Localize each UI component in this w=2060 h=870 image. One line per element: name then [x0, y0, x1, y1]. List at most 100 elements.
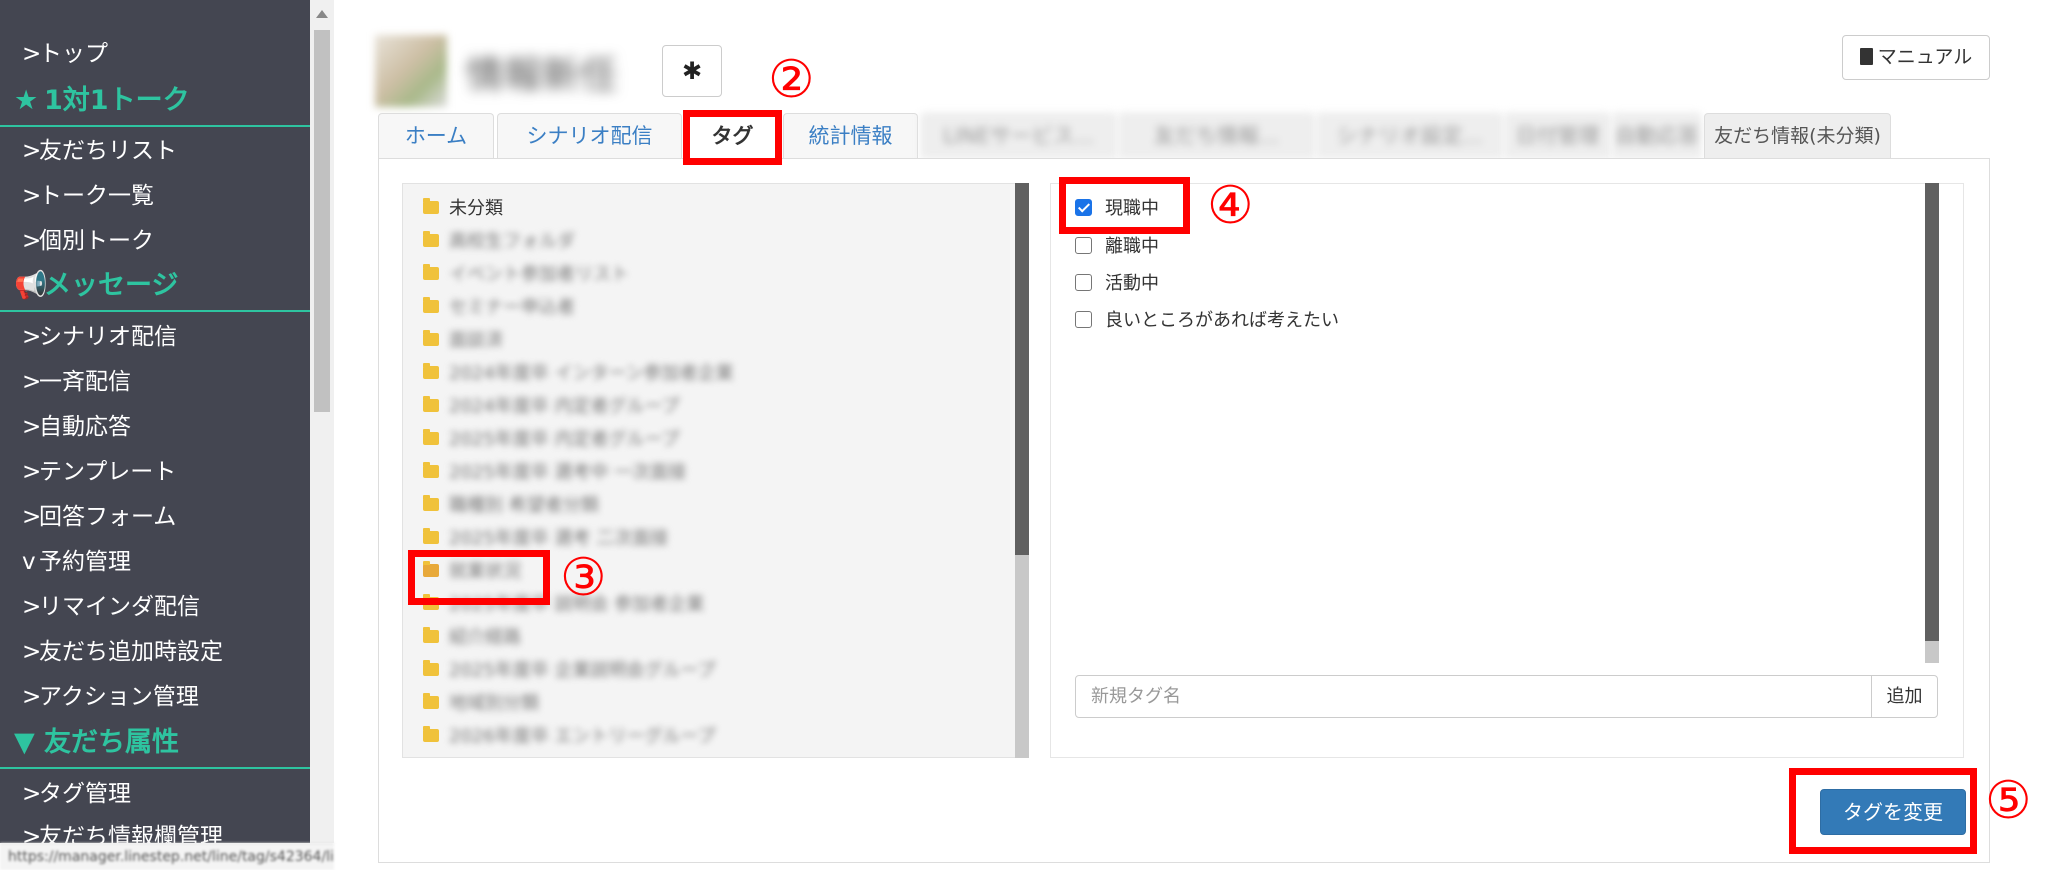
sidebar-item-template[interactable]: >テンプレート	[22, 457, 176, 487]
sidebar-item-tag-management[interactable]: >タグ管理	[22, 779, 131, 809]
sidebar-item-broadcast[interactable]: >一斉配信	[22, 367, 131, 397]
star-icon: ★	[14, 85, 39, 116]
sidebar-item-friends-list[interactable]: >友だちリスト	[22, 136, 177, 166]
folder-item[interactable]: 2025年度卒 企業説明会グループ	[423, 658, 715, 684]
tab-home[interactable]: ホーム	[378, 113, 494, 159]
add-tag-button[interactable]: 追加	[1871, 675, 1938, 718]
sidebar-item-scenario[interactable]: >シナリオ配信	[22, 322, 177, 352]
scroll-up-arrow-icon[interactable]	[316, 10, 328, 18]
sidebar-item-label: 個別トーク	[39, 228, 154, 254]
sidebar-scroll-thumb[interactable]	[314, 30, 330, 412]
folder-item[interactable]: イベント参加者リスト	[423, 262, 629, 288]
folder-icon	[423, 461, 439, 478]
sidebar-item-answer-form[interactable]: >回答フォーム	[22, 502, 176, 532]
sidebar-item-label: シナリオ配信	[39, 324, 177, 350]
folder-item[interactable]: 職種別 希望者分類	[423, 493, 599, 519]
sidebar-item-top[interactable]: >トップ	[22, 39, 108, 69]
tab-scenario-settings[interactable]: シナリオ設定...	[1317, 113, 1502, 159]
highlight-box-submit	[1789, 768, 1977, 854]
folder-icon	[423, 494, 439, 511]
highlight-box-tag-tab	[683, 110, 782, 165]
sidebar-item-label: 一斉配信	[39, 369, 131, 395]
folder-icon	[423, 230, 439, 247]
section-heading-message: 📢メッセージ	[0, 264, 310, 312]
checkbox[interactable]	[1075, 310, 1092, 328]
folder-item[interactable]: 面談済	[423, 328, 503, 354]
sidebar-item-auto-reply[interactable]: >自動応答	[22, 412, 131, 442]
tab-friend-info-unclassified[interactable]: 友だち情報(未分類)	[1704, 113, 1891, 159]
sidebar-item-label: アクション管理	[39, 684, 199, 710]
tab-scenario[interactable]: シナリオ配信	[497, 113, 682, 159]
tag-checkbox-row[interactable]: 活動中	[1075, 270, 1159, 298]
folder-icon	[423, 197, 439, 214]
tab-date-management[interactable]: 日付管理	[1505, 113, 1610, 159]
sidebar-item-label: テンプレート	[39, 459, 177, 485]
highlight-box-folder	[408, 550, 550, 605]
sidebar-item-talk-list[interactable]: >トーク一覧	[22, 181, 154, 211]
folder-item[interactable]: 2025年度卒 選考中 一次面接	[423, 460, 686, 486]
sidebar-item-label: リマインダ配信	[39, 594, 200, 620]
folder-icon	[423, 527, 439, 544]
sidebar-item-label: トーク一覧	[39, 183, 154, 209]
folder-item[interactable]: 2024年度卒 インターン参加者企業	[423, 361, 734, 387]
folder-item[interactable]: セミナー申込者	[423, 295, 575, 321]
folder-icon	[423, 725, 439, 742]
tag-scrollbar[interactable]	[1925, 183, 1939, 663]
tag-list	[1050, 183, 1964, 758]
folder-item[interactable]: 高校生フォルダ	[423, 229, 575, 255]
folder-list: 未分類 高校生フォルダ イベント参加者リスト セミナー申込者 面談済 2024年…	[402, 183, 1022, 758]
sidebar-item-label: 友だち追加時設定	[39, 639, 223, 665]
checkbox[interactable]	[1075, 273, 1092, 291]
sidebar: >トップ ★ 1対1トーク >友だちリスト >トーク一覧 >個別トーク 📢メッセー…	[0, 0, 310, 843]
book-icon	[1859, 48, 1873, 65]
folder-icon	[423, 626, 439, 643]
folder-item[interactable]: 2025年度卒 内定者グループ	[423, 427, 679, 453]
folder-icon	[423, 395, 439, 412]
new-tag-input[interactable]	[1075, 675, 1872, 718]
status-bar-url: https://manager.linestep.net/line/tag/s4…	[0, 843, 334, 870]
sidebar-item-reminder[interactable]: >リマインダ配信	[22, 592, 200, 622]
folder-scroll-thumb[interactable]	[1015, 183, 1029, 555]
account-avatar	[375, 35, 447, 107]
sidebar-item-individual-talk[interactable]: >個別トーク	[22, 226, 154, 256]
tag-checkbox-row[interactable]: 離職中	[1075, 233, 1159, 261]
folder-item[interactable]: 未分類	[423, 196, 503, 222]
folder-icon	[423, 263, 439, 280]
folder-item[interactable]: 2025年度卒 選考 二次面接	[423, 526, 668, 552]
sidebar-item-label: 自動応答	[39, 414, 131, 440]
folder-icon	[423, 428, 439, 445]
tab-auto-reply[interactable]: 自動応答	[1613, 113, 1701, 159]
sidebar-item-label: 回答フォーム	[39, 504, 177, 530]
step-number-2: ②	[768, 50, 815, 110]
folder-item[interactable]: 2024年度卒 内定者グループ	[423, 394, 679, 420]
folder-item[interactable]: 地域別分類	[423, 691, 539, 717]
tab-friend-info[interactable]: 友だち情報...	[1119, 113, 1314, 159]
account-name: 情報新任	[466, 53, 619, 97]
checkbox[interactable]	[1075, 236, 1092, 254]
sidebar-item-label: 友だち情報欄管理	[39, 824, 223, 843]
sidebar-item-friend-info[interactable]: >友だち情報欄管理	[22, 822, 223, 843]
tag-checkbox-row[interactable]: 良いところがあれば考えたい	[1075, 307, 1339, 335]
filter-icon: ▼	[14, 727, 35, 758]
highlight-box-checkbox	[1059, 177, 1190, 234]
sidebar-item-label: 友だちリスト	[39, 138, 177, 164]
tag-scroll-thumb[interactable]	[1925, 183, 1939, 641]
sidebar-item-reservation[interactable]: v 予約管理	[22, 547, 131, 577]
sidebar-item-friend-add-settings[interactable]: >友だち追加時設定	[22, 637, 223, 667]
sidebar-item-label: タグ管理	[39, 781, 131, 807]
folder-icon	[423, 329, 439, 346]
step-number-3: ③	[560, 548, 607, 608]
manual-button[interactable]: マニュアル	[1842, 35, 1990, 80]
folder-icon	[423, 362, 439, 379]
folder-item[interactable]: 2026年度卒 エントリーグループ	[423, 724, 715, 750]
tab-line-service[interactable]: LINEサービス...	[921, 113, 1116, 159]
folder-scrollbar[interactable]	[1015, 183, 1029, 758]
folder-icon	[423, 296, 439, 313]
sidebar-scrollbar[interactable]	[310, 0, 334, 843]
sidebar-item-action-management[interactable]: >アクション管理	[22, 682, 199, 712]
megaphone-icon: 📢	[14, 270, 48, 301]
step-number-5: ⑤	[1985, 771, 2032, 831]
folder-item[interactable]: 紹介経路	[423, 625, 521, 651]
tab-statistics[interactable]: 統計情報	[783, 113, 918, 159]
settings-button[interactable]: ✱	[662, 45, 722, 97]
